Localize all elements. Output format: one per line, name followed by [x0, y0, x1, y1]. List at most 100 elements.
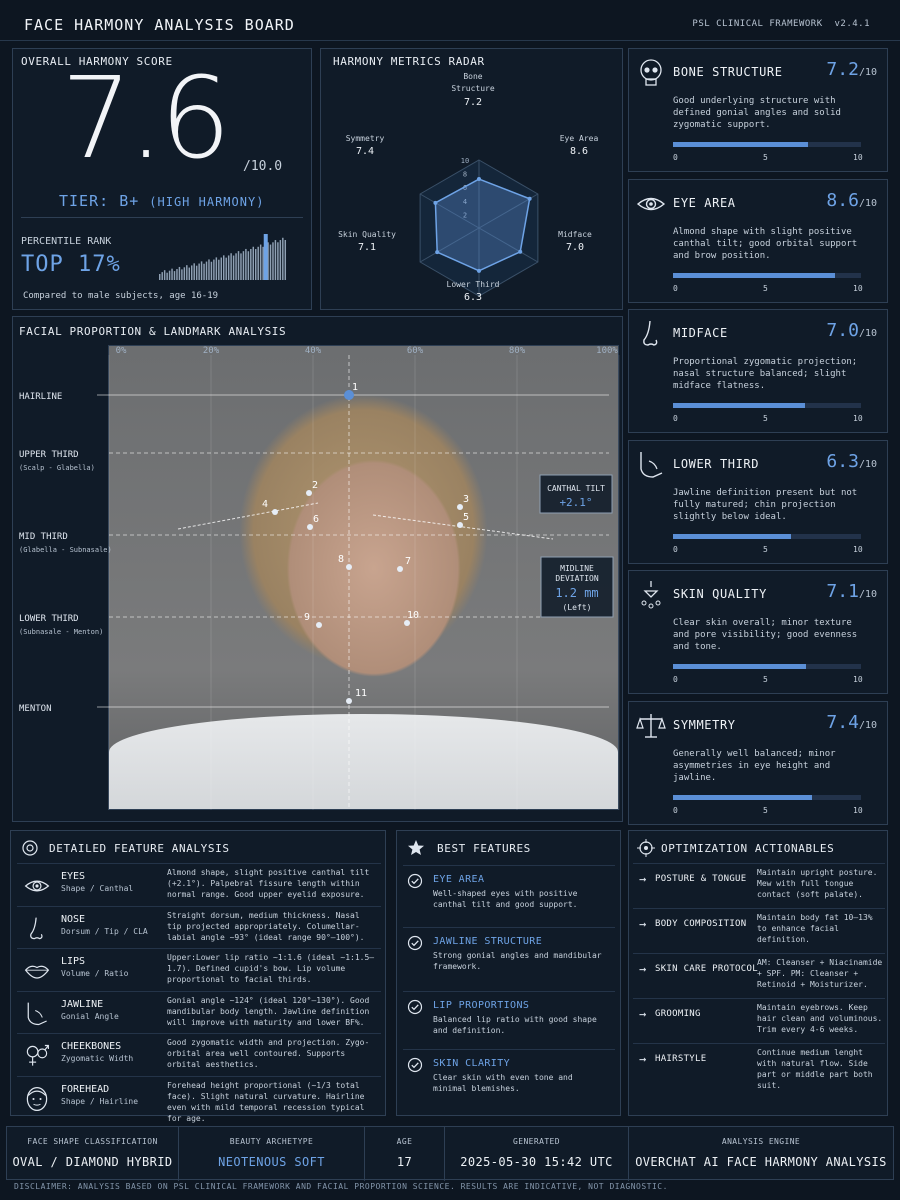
percentile-bar	[240, 253, 242, 280]
percentile-bar	[191, 265, 193, 280]
actionable-desc: Maintain upright posture. Mew with full …	[757, 868, 878, 899]
metric-tick: 10	[853, 544, 863, 554]
x-tick-label: 0%	[116, 346, 127, 356]
landmark-label: 6	[313, 514, 319, 525]
metric-tick: 5	[763, 675, 768, 684]
feature-name: FOREHEAD	[61, 1083, 110, 1095]
percentile-bar	[223, 255, 225, 280]
radar-point	[435, 250, 440, 255]
percentile-bar	[259, 244, 262, 280]
metric-max: /10	[858, 458, 877, 470]
percentile-bar	[163, 270, 166, 280]
footer-gen-value: 2025-05-30 15:42 UTC	[460, 1155, 613, 1169]
footer-engine-value: OVERCHAT AI FACE HARMONY ANALYSIS	[635, 1155, 887, 1169]
landmark-label: 2	[312, 480, 318, 491]
gender-icon	[26, 1044, 49, 1066]
metric-tick: 5	[763, 544, 768, 554]
metric-desc: Clear skin overall; minor texture and po…	[673, 618, 858, 652]
feature-name: NOSE	[61, 913, 86, 925]
best-feature-item: EYE AREA Well-shaped eyes with positive c…	[403, 865, 615, 927]
actionable-title: POSTURE & TONGUE	[655, 874, 747, 884]
radar-axis-label: Structure	[451, 84, 495, 93]
percentile-bar	[277, 242, 279, 280]
metric-value: 7.4/10	[826, 712, 877, 733]
radar-axis-value: 7.4	[356, 146, 374, 157]
check-circle-icon	[407, 999, 423, 1015]
best-feature-desc: Balanced lip ratio with good shape and d…	[433, 1015, 597, 1035]
metric-fill	[673, 794, 813, 800]
landmark-point	[346, 698, 352, 704]
score-divider	[21, 217, 303, 218]
radar-axis-value: 8.6	[570, 146, 588, 157]
best-feature-title: LIP PROPORTIONS	[433, 1000, 530, 1011]
footer-arch-label: BEAUTY ARCHETYPE	[229, 1137, 314, 1146]
actionable-row: → SKIN CARE PROTOCOL AM: Cleanser + Niacin…	[633, 953, 885, 998]
check-circle-icon	[407, 873, 423, 889]
proportion-panel: FACIAL PROPORTION & LANDMARK ANALYSIS 0%…	[12, 316, 623, 822]
feature-name: LIPS	[61, 956, 86, 967]
percentile-marker	[263, 234, 268, 280]
overall-score-panel: OVERALL HARMONY SCORE 7.6 /10.0 TIER: B+…	[12, 48, 312, 310]
score-value: 7.6	[61, 54, 231, 184]
feature-sub: Gonial Angle	[61, 1011, 119, 1021]
landmark-label: 7	[405, 556, 411, 567]
metric-score: 7.2	[826, 59, 859, 80]
percentile-bar	[279, 240, 282, 280]
best-feature-title: SKIN CLARITY	[433, 1058, 511, 1069]
actionable-row: → GROOMING Maintain eyebrows. Keep hair cl…	[633, 998, 885, 1043]
actionable-title: GROOMING	[655, 1009, 701, 1019]
page-title: FACE HARMONY ANALYSIS BOARD	[24, 16, 295, 34]
metric-desc: Almond shape with slight positive cantha…	[673, 226, 858, 261]
metric-title: MIDFACE	[673, 326, 728, 340]
actionable-desc: Maintain eyebrows. Keep hair clean and v…	[757, 1003, 883, 1034]
radar-axis-value: 7.0	[566, 242, 584, 253]
midline-value: 1.2 mm	[555, 586, 598, 600]
metric-tick: 0	[673, 544, 678, 554]
metric-title: SKIN QUALITY	[673, 587, 767, 601]
percentile-bar	[178, 266, 181, 280]
feature-desc: Straight dorsum, medium thickness. Nasal…	[167, 910, 365, 942]
score-max: /10.0	[243, 159, 283, 174]
percentile-bar	[227, 255, 230, 280]
canthal-line-left	[177, 502, 319, 530]
metric-fill	[673, 142, 809, 147]
percentile-bar	[232, 255, 235, 280]
midline-label: MIDLINE	[560, 564, 594, 573]
metric-tick: 10	[853, 805, 863, 815]
metric-title: SYMMETRY	[673, 717, 736, 732]
x-tick-label: 80%	[509, 346, 526, 356]
radar-axis-label: Eye Area	[560, 134, 599, 143]
percentile-bar	[237, 251, 240, 280]
landmark-label: 9	[304, 612, 310, 623]
metric-max: /10	[858, 197, 877, 209]
framework-version: v2.4.1	[834, 19, 870, 29]
metric-value: 7.1/10	[826, 581, 877, 602]
landmark-point-hairline	[344, 390, 354, 400]
radar-axis-label: Midface	[558, 230, 592, 239]
jaw-icon	[640, 451, 663, 478]
best-feature-item: SKIN CLARITY Clear skin with even tone an…	[403, 1049, 615, 1111]
actionable-desc: Maintain body fat 10–13% to enhance faci…	[757, 913, 873, 944]
actionable-row: → BODY COMPOSITION Maintain body fat 10–13…	[633, 908, 885, 953]
actionable-title: BODY COMPOSITION	[655, 919, 747, 929]
metric-track	[673, 533, 861, 539]
metric-track	[673, 142, 861, 147]
check-circle-icon	[407, 935, 423, 951]
metric-track	[673, 664, 861, 669]
header-divider	[0, 40, 900, 41]
footer-archetype: BEAUTY ARCHETYPE NEOTENOUS SOFT	[179, 1127, 365, 1181]
percentile-bar	[230, 253, 232, 280]
percentile-bar	[220, 257, 223, 280]
percentile-bar	[269, 244, 272, 280]
percentile-bar	[235, 253, 237, 280]
lips-icon	[24, 965, 50, 979]
percentile-bar	[159, 274, 161, 280]
percentile-bar	[200, 261, 203, 280]
midline-side: (Left)	[563, 603, 592, 612]
metric-track	[673, 272, 861, 278]
percentile-bar	[176, 269, 178, 280]
metric-tick: 0	[673, 675, 678, 684]
best-feature-item: JAWLINE STRUCTURE Strong gonial angles an…	[403, 927, 615, 991]
percentile-bar	[203, 263, 205, 280]
percentile-bar	[257, 246, 259, 280]
